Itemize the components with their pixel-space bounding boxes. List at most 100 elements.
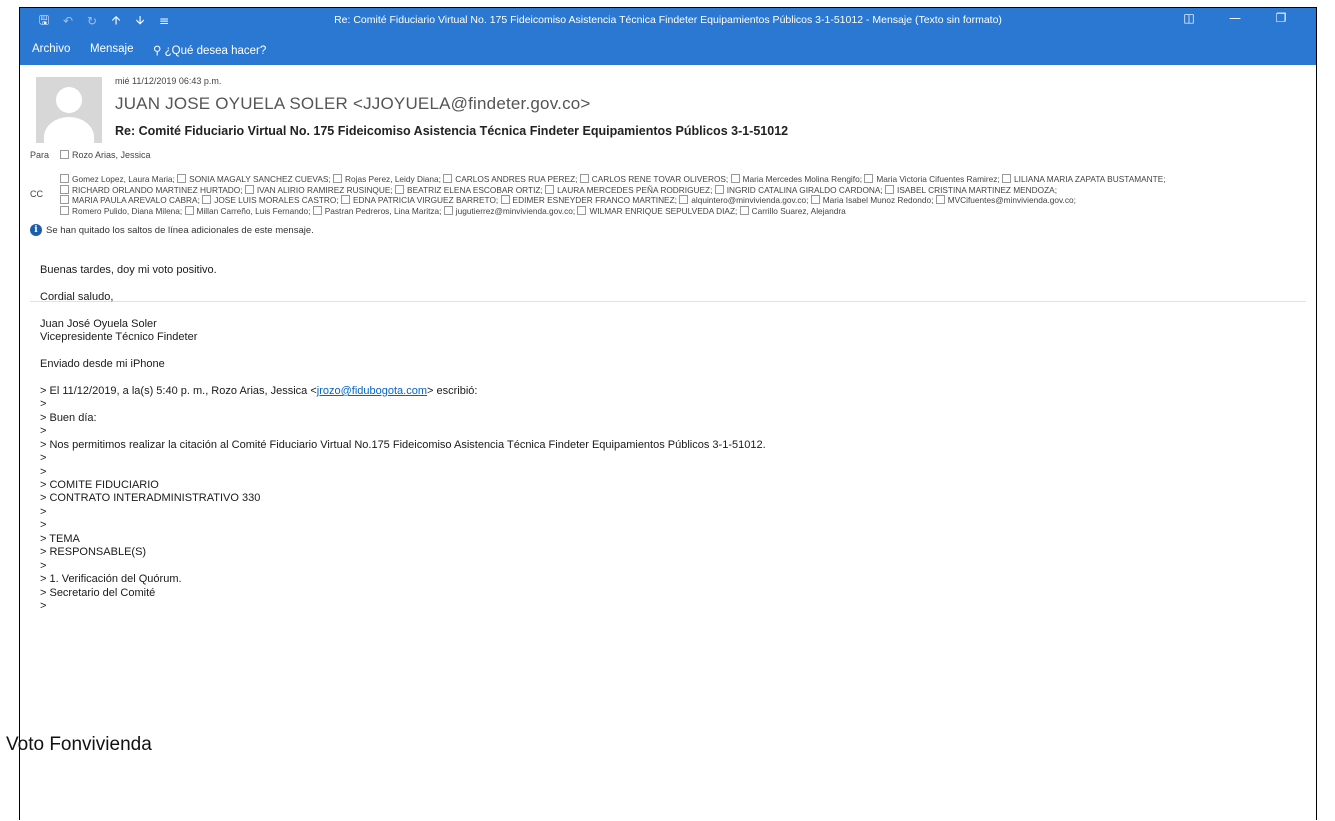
cc-recipient[interactable]: Maria Isabel Munoz Redondo; — [810, 195, 933, 205]
cc-recipient[interactable]: Rojas Perez, Leidy Diana; — [333, 174, 441, 184]
contact-icon — [60, 206, 69, 216]
body-line: > Buen día: — [40, 411, 97, 424]
body-line: > 1. Verificación del Quórum. — [40, 573, 182, 586]
message-header: mié 11/12/2019 06:43 p.m. JUAN JOSE OYUE… — [20, 65, 1316, 302]
cc-recipient[interactable]: Gomez Lopez, Laura Maria; — [60, 174, 175, 184]
cc-recipient[interactable]: CARLOS ANDRES RUA PEREZ; — [443, 174, 577, 184]
cc-recipient[interactable]: alquintero@minvivienda.gov.co; — [679, 195, 808, 205]
tell-me-box[interactable]: ⚲ ¿Qué desea hacer? — [153, 43, 266, 57]
cc-recipient[interactable]: INGRID CATALINA GIRALDO CARDONA; — [714, 184, 883, 195]
cc-recipient[interactable]: EDNA PATRICIA VIRGUEZ BARRETO; — [341, 195, 498, 205]
body-line: Enviado desde mi iPhone — [40, 358, 165, 371]
contact-icon — [885, 184, 895, 194]
ribbon-bar: Archivo Mensaje ⚲ ¿Qué desea hacer? — [20, 34, 1316, 65]
contact-icon — [545, 184, 555, 194]
contact-icon — [579, 174, 589, 183]
email-link[interactable]: jrozo@fidubogota.com — [317, 385, 427, 397]
cc-recipient[interactable]: LILIANA MARIA ZAPATA BUSTAMANTE; — [1002, 174, 1166, 184]
lightbulb-icon: ⚲ — [153, 45, 162, 57]
cc-recipient[interactable]: WILMAR ENRIQUE SEPULVEDA DIAZ; — [577, 206, 737, 216]
cc-recipient[interactable]: Maria Mercedes Molina Rengifo; — [730, 174, 862, 184]
contact-icon — [714, 184, 724, 194]
avatar — [36, 77, 102, 143]
contact-icon — [679, 195, 689, 205]
to-recipient[interactable]: Rozo Arias, Jessica — [60, 150, 151, 160]
cc-recipient[interactable]: Carrillo Suarez, Alejandra — [739, 206, 846, 216]
contact-icon — [202, 195, 212, 205]
cc-label: CC — [30, 189, 43, 199]
cc-recipient[interactable]: Maria Victoria Cifuentes Ramirez; — [864, 174, 1000, 184]
body-line: > — [40, 559, 47, 572]
contact-icon — [443, 174, 453, 183]
subject: Re: Comité Fiduciario Virtual No. 175 Fi… — [115, 124, 789, 138]
body-line — [40, 345, 1300, 358]
info-text: Se han quitado los saltos de línea adici… — [46, 224, 314, 236]
document-frame: 🖫 ↶ ↻ 🡩 🡫 ≡ Re: Comité Fiduciario Virtua… — [19, 7, 1317, 820]
cc-recipient[interactable]: RICHARD ORLANDO MARTINEZ HURTADO; — [60, 184, 243, 195]
body-line — [40, 372, 1300, 385]
cc-recipient[interactable]: EDIMER ESNEYDER FRANCO MARTINEZ; — [500, 195, 677, 205]
contact-icon — [500, 195, 510, 205]
cc-recipient[interactable]: BEATRIZ ELENA ESCOBAR ORTIZ; — [395, 184, 543, 195]
body-line: > Nos permitimos realizar la citación al… — [40, 438, 766, 451]
info-icon: i — [30, 224, 42, 236]
cc-line: Gomez Lopez, Laura Maria; SONIA MAGALY S… — [60, 174, 1300, 185]
body-line: > RESPONSABLE(S) — [40, 546, 147, 559]
body-line: > — [40, 599, 47, 612]
body-line: Buenas tardes, doy mi voto positivo. — [40, 264, 217, 276]
tab-mensaje[interactable]: Mensaje — [90, 43, 133, 55]
contact-icon — [395, 184, 405, 194]
cc-recipient[interactable]: MARIA PAULA AREVALO CABRA; — [60, 195, 200, 205]
cc-recipient[interactable]: jugutierrez@minvivienda.gov.co; — [443, 206, 575, 216]
sent-date: mié 11/12/2019 06:43 p.m. — [115, 76, 222, 86]
body-line: > — [40, 425, 47, 438]
contact-icon — [184, 206, 194, 216]
cc-recipient[interactable]: ISABEL CRISTINA MARTINEZ MENDOZA; — [885, 184, 1057, 195]
body-line: > — [40, 465, 47, 478]
minimize-icon[interactable]: — — [1212, 11, 1258, 25]
contact-icon — [244, 184, 254, 194]
info-bar[interactable]: i Se han quitado los saltos de línea adi… — [30, 224, 314, 236]
contact-icon — [333, 174, 343, 183]
cc-line: Romero Pulido, Diana Milena; Millan Carr… — [60, 206, 1300, 217]
body-line: > COMITE FIDUCIARIO — [40, 479, 159, 491]
cc-recipient[interactable]: SONIA MAGALY SANCHEZ CUEVAS; — [177, 174, 331, 184]
contact-icon — [1002, 174, 1012, 183]
sender[interactable]: JUAN JOSE OYUELA SOLER <JJOYUELA@findete… — [115, 94, 591, 114]
cc-recipient[interactable]: Millan Carreño, Luis Fernando; — [184, 206, 310, 216]
body-line: > — [40, 398, 47, 411]
contact-icon — [443, 206, 453, 216]
contact-icon — [312, 206, 322, 216]
message-body: Buenas tardes, doy mi voto positivo. Cor… — [40, 264, 1300, 709]
cc-recipient[interactable]: Romero Pulido, Diana Milena; — [60, 206, 182, 216]
body-line: > — [40, 452, 47, 465]
contact-icon — [60, 174, 69, 183]
cc-recipient[interactable]: MVCifuentes@minvivienda.gov.co; — [935, 195, 1076, 205]
contact-icon — [177, 174, 187, 183]
avatar-head — [56, 87, 82, 113]
body-line: Cordial saludo, — [40, 290, 114, 303]
contact-icon — [739, 206, 749, 216]
cc-recipient[interactable]: CARLOS RENE TOVAR OLIVEROS; — [579, 174, 728, 184]
contact-icon — [577, 206, 587, 216]
contact-icon — [60, 195, 69, 205]
cc-recipient[interactable]: LAURA MERCEDES PEÑA RODRIGUEZ; — [545, 184, 712, 195]
body-line — [40, 304, 1300, 317]
contact-icon — [730, 174, 740, 183]
restore-icon[interactable]: ❐ — [1258, 11, 1304, 25]
body-line: > TEMA — [40, 532, 80, 545]
cc-recipient[interactable]: JOSE LUIS MORALES CASTRO; — [202, 195, 339, 205]
tab-archivo[interactable]: Archivo — [32, 43, 70, 55]
body-line: > El 11/12/2019, a la(s) 5:40 p. m., Roz… — [40, 384, 478, 397]
ribbon-display-icon[interactable]: ◫ — [1166, 11, 1212, 25]
body-line: > — [40, 519, 47, 532]
cc-recipient[interactable]: IVAN ALIRIO RAMIREZ RUSINQUE; — [244, 184, 393, 195]
tell-me-text: ¿Qué desea hacer? — [164, 45, 267, 57]
body-line: > Secretario del Comité — [40, 586, 156, 599]
body-line: Juan José Oyuela Soler — [40, 317, 157, 330]
contact-icon — [60, 184, 69, 194]
cc-recipient[interactable]: Pastran Pedreros, Lina Maritza; — [312, 206, 441, 216]
to-label: Para — [30, 150, 50, 160]
body-line: > — [40, 505, 47, 518]
contact-icon — [864, 174, 874, 183]
